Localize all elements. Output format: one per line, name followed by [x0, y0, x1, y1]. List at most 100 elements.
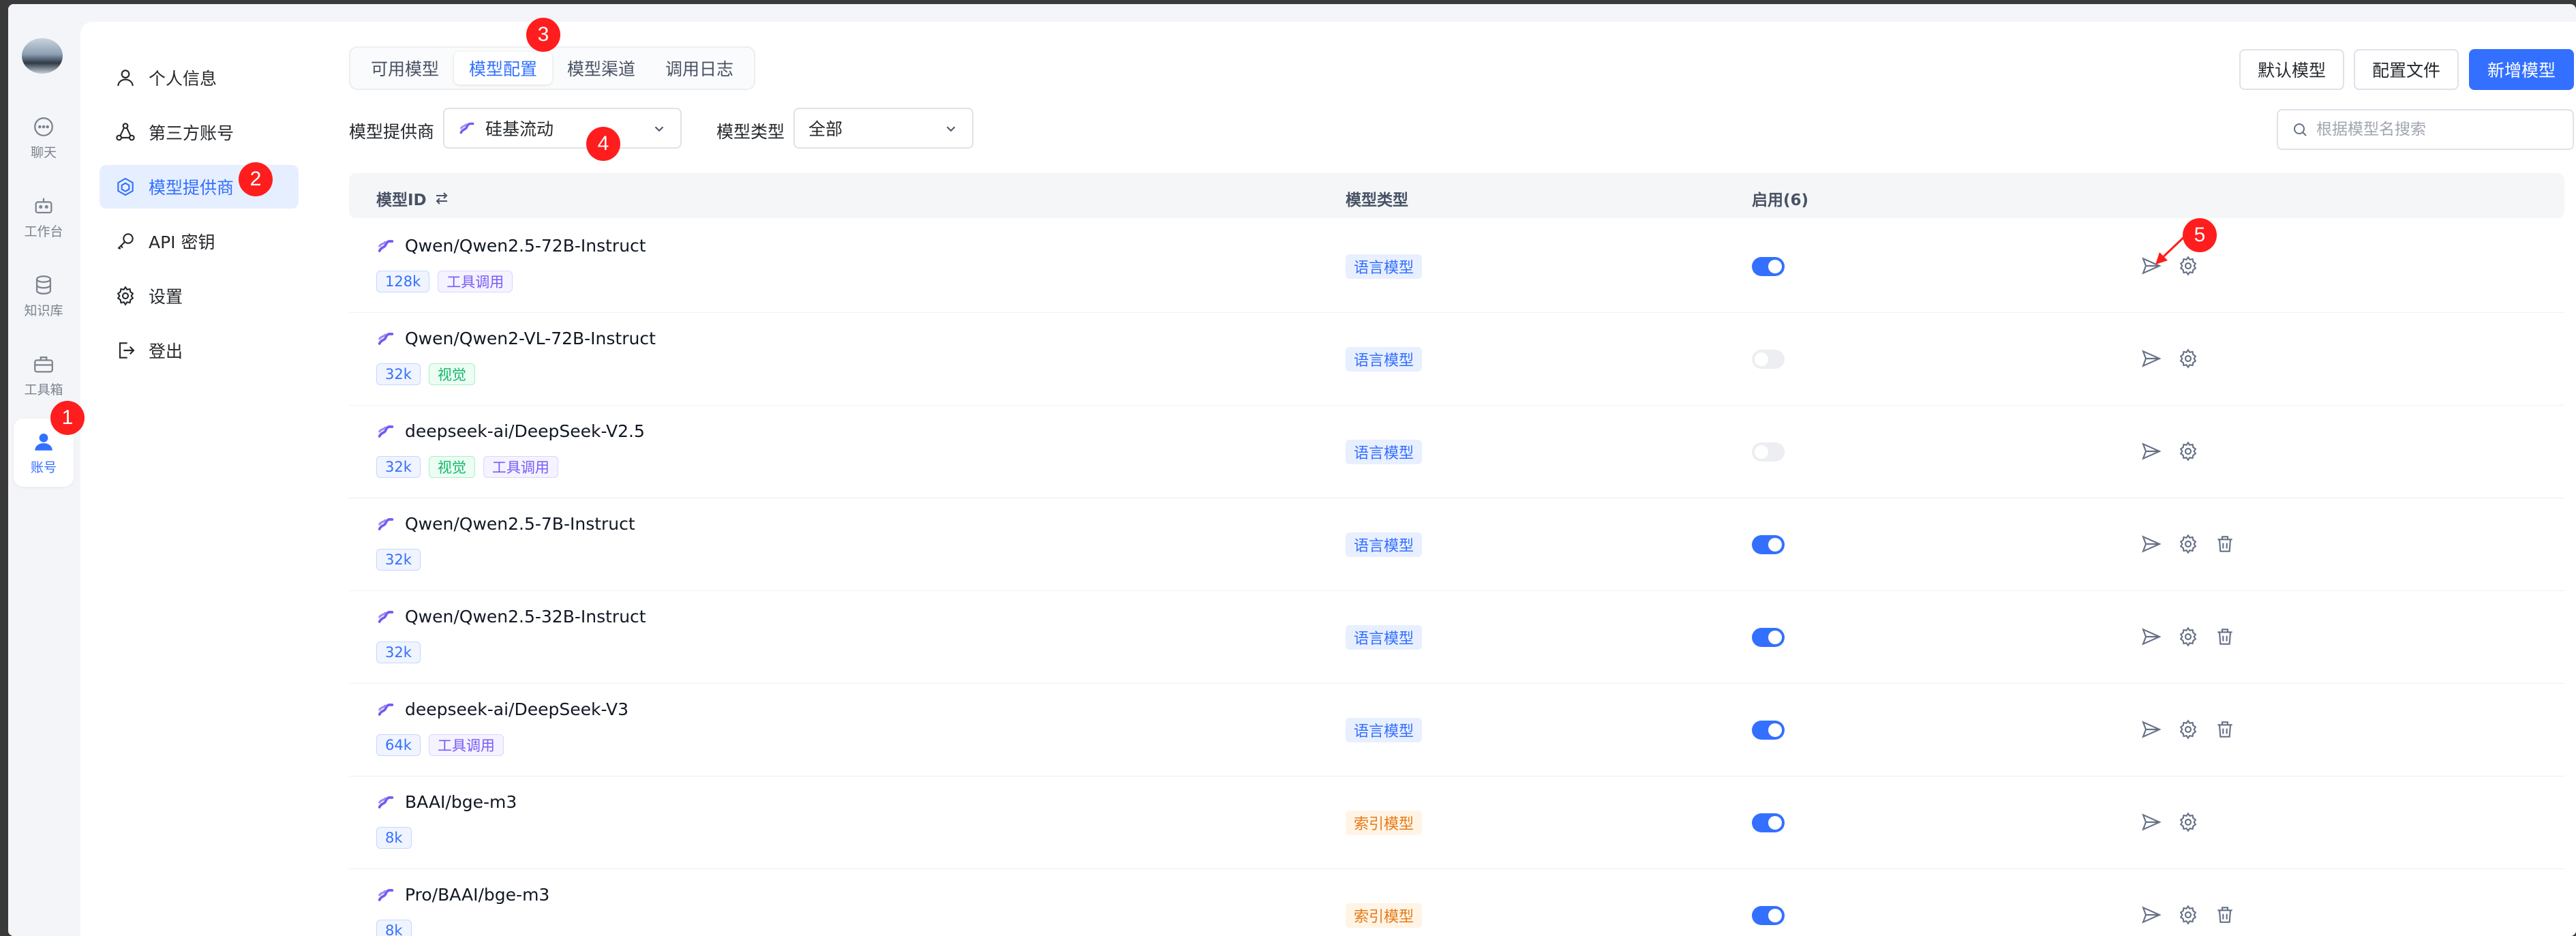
model-type-label: 模型类型 [716, 122, 785, 142]
model-tag: 8k [376, 827, 412, 849]
header-model-id[interactable]: 模型ID [376, 187, 450, 210]
robot-icon [35, 198, 52, 213]
gear-icon [2179, 441, 2197, 462]
model-name-text: Qwen/Qwen2.5-32B-Instruct [405, 607, 646, 626]
sidebar-label-model-provider: 模型提供商 [149, 178, 234, 198]
test-model-button[interactable] [2140, 626, 2162, 648]
annotation-marker-1: 1 [50, 401, 85, 435]
model-type-badge: 语言模型 [1346, 718, 1423, 742]
rail-item-workbench[interactable]: 工作台 [14, 183, 74, 251]
sidebar-item-api-key[interactable]: API 密钥 [100, 220, 299, 263]
model-name: deepseek-ai/DeepSeek-V2.5 [376, 421, 645, 441]
model-tags: 8k [376, 920, 412, 936]
search-box[interactable] [2277, 109, 2574, 150]
model-name: BAAI/bge-m3 [376, 792, 517, 812]
model-tags: 128k 工具调用 [376, 271, 513, 292]
enable-toggle[interactable] [1752, 257, 1785, 276]
model-settings-button[interactable] [2177, 626, 2199, 648]
test-model-button[interactable] [2140, 719, 2162, 740]
tab-model-channels[interactable]: 模型渠道 [552, 52, 650, 85]
model-type-select-value: 全部 [808, 119, 843, 139]
rail-item-toolbox[interactable]: 工具箱 [14, 341, 74, 409]
sidebar-item-profile[interactable]: 个人信息 [100, 56, 299, 100]
delete-model-button[interactable] [2214, 626, 2236, 648]
enable-toggle[interactable] [1752, 906, 1785, 925]
gear-icon [2179, 905, 2197, 925]
gear-icon [2179, 719, 2197, 740]
model-type-badge: 索引模型 [1346, 903, 1423, 928]
delete-model-button[interactable] [2214, 533, 2236, 555]
rail-item-knowledge[interactable]: 知识库 [14, 262, 74, 330]
model-tag: 8k [376, 920, 412, 936]
siliconflow-logo-icon [378, 517, 394, 530]
header-enabled: 启用(6) [1752, 192, 1809, 209]
model-name-text: BAAI/bge-m3 [405, 792, 517, 812]
delete-model-button[interactable] [2214, 904, 2236, 926]
search-input[interactable] [2315, 120, 2563, 139]
model-tag: 32k [376, 549, 421, 571]
siliconflow-logo-icon [378, 239, 394, 252]
rail-label-toolbox: 工具箱 [24, 382, 63, 397]
model-name-text: Pro/BAAI/bge-m3 [405, 885, 550, 905]
chevron-down-icon [946, 126, 956, 132]
model-name: Qwen/Qwen2.5-32B-Instruct [376, 607, 646, 626]
siliconflow-logo-icon [378, 703, 394, 716]
model-settings-button[interactable] [2177, 719, 2199, 740]
test-model-button[interactable] [2140, 811, 2162, 833]
config-file-button[interactable]: 配置文件 [2354, 49, 2459, 90]
annotation-marker-4: 4 [586, 127, 620, 161]
model-name-text: Qwen/Qwen2.5-7B-Instruct [405, 514, 635, 534]
table-row: Pro/BAAI/bge-m3 8k 索引模型 [349, 869, 2564, 936]
trash-icon [2217, 907, 2232, 923]
model-settings-button[interactable] [2177, 811, 2199, 833]
enable-toggle[interactable] [1752, 813, 1785, 832]
sidebar-item-settings[interactable]: 设置 [100, 274, 299, 318]
sidebar-item-third-party[interactable]: 第三方账号 [100, 110, 299, 154]
sidebar-item-logout[interactable]: 登出 [100, 329, 299, 372]
enable-toggle[interactable] [1752, 628, 1785, 647]
model-settings-button[interactable] [2177, 904, 2199, 926]
header-model-type: 模型类型 [1346, 192, 1408, 209]
tab-available-models[interactable]: 可用模型 [356, 52, 454, 85]
model-tags: 32k [376, 641, 421, 663]
model-tag: 视觉 [428, 363, 475, 385]
tab-call-logs[interactable]: 调用日志 [650, 52, 748, 85]
model-name-text: Qwen/Qwen2.5-72B-Instruct [405, 236, 646, 256]
table-row: Qwen/Qwen2.5-72B-Instruct 128k 工具调用 语言模型 [349, 220, 2564, 313]
link-icon [116, 123, 135, 141]
table-row: Qwen/Qwen2-VL-72B-Instruct 32k 视觉 语言模型 [349, 312, 2564, 406]
test-model-button[interactable] [2140, 904, 2162, 926]
model-tag: 工具调用 [438, 271, 513, 292]
send-icon [2142, 906, 2162, 924]
tab-model-config[interactable]: 模型配置 [454, 52, 553, 85]
enable-toggle[interactable] [1752, 350, 1785, 369]
key-icon [117, 233, 134, 250]
user-icon [35, 433, 52, 451]
left-rail: 聊天 工作台 知识库 工具箱 账号 [8, 4, 80, 936]
delete-model-button[interactable] [2214, 719, 2236, 740]
enable-toggle[interactable] [1752, 442, 1785, 462]
test-model-button[interactable] [2140, 348, 2162, 369]
provider-select-value: 硅基流动 [485, 119, 554, 139]
rail-item-chat[interactable]: 聊天 [14, 104, 74, 172]
model-name: Qwen/Qwen2-VL-72B-Instruct [376, 329, 656, 348]
model-type-badge: 语言模型 [1346, 532, 1423, 557]
table-row: BAAI/bge-m3 8k 索引模型 [349, 776, 2564, 869]
model-type-select[interactable]: 全部 [793, 108, 973, 149]
enable-toggle[interactable] [1752, 721, 1785, 740]
gear-icon [2179, 534, 2197, 554]
avatar[interactable] [22, 38, 63, 74]
model-settings-button[interactable] [2177, 440, 2199, 462]
add-model-button[interactable]: 新增模型 [2469, 49, 2574, 90]
model-settings-button[interactable] [2177, 348, 2199, 369]
model-type-badge: 语言模型 [1346, 254, 1423, 279]
provider-select[interactable]: 硅基流动 [443, 108, 682, 149]
test-model-button[interactable] [2140, 533, 2162, 555]
test-model-button[interactable] [2140, 440, 2162, 462]
toggle-knob [1768, 816, 1782, 830]
default-model-button[interactable]: 默认模型 [2239, 49, 2344, 90]
model-tag: 32k [376, 641, 421, 663]
enable-toggle[interactable] [1752, 535, 1785, 554]
model-settings-button[interactable] [2177, 533, 2199, 555]
model-tag: 128k [376, 271, 430, 292]
